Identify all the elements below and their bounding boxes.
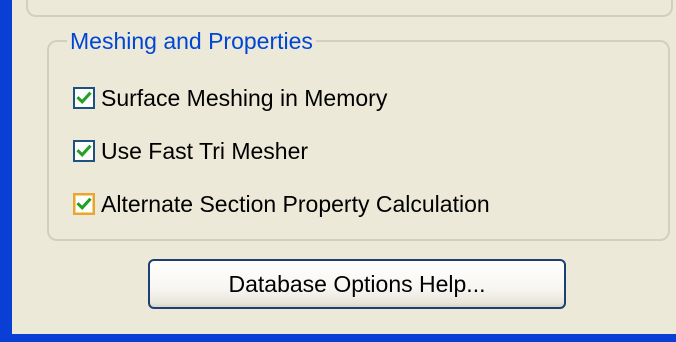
- alternate-section-checkbox[interactable]: [73, 193, 95, 215]
- window-left-border: [0, 0, 12, 342]
- previous-group-box: [26, 0, 673, 17]
- window-bottom-border: [0, 334, 676, 342]
- alternate-section-label: Alternate Section Property Calculation: [101, 191, 490, 217]
- surface-meshing-option[interactable]: Surface Meshing in Memory: [73, 83, 387, 113]
- meshing-properties-group: Meshing and Properties Surface Meshing i…: [47, 28, 670, 241]
- checkmark-icon: [76, 197, 92, 210]
- surface-meshing-label: Surface Meshing in Memory: [101, 85, 388, 111]
- checkmark-icon: [76, 144, 92, 157]
- alternate-section-option[interactable]: Alternate Section Property Calculation: [73, 189, 490, 219]
- dialog-panel: Meshing and Properties Surface Meshing i…: [12, 0, 676, 334]
- fast-tri-mesher-option[interactable]: Use Fast Tri Mesher: [73, 136, 308, 166]
- database-options-dialog: Meshing and Properties Surface Meshing i…: [0, 0, 676, 342]
- group-title: Meshing and Properties: [67, 28, 316, 54]
- fast-tri-mesher-label: Use Fast Tri Mesher: [101, 138, 309, 164]
- database-options-help-button[interactable]: Database Options Help...: [148, 259, 566, 309]
- surface-meshing-checkbox[interactable]: [73, 87, 95, 109]
- fast-tri-mesher-checkbox[interactable]: [73, 140, 95, 162]
- checkmark-icon: [76, 91, 92, 104]
